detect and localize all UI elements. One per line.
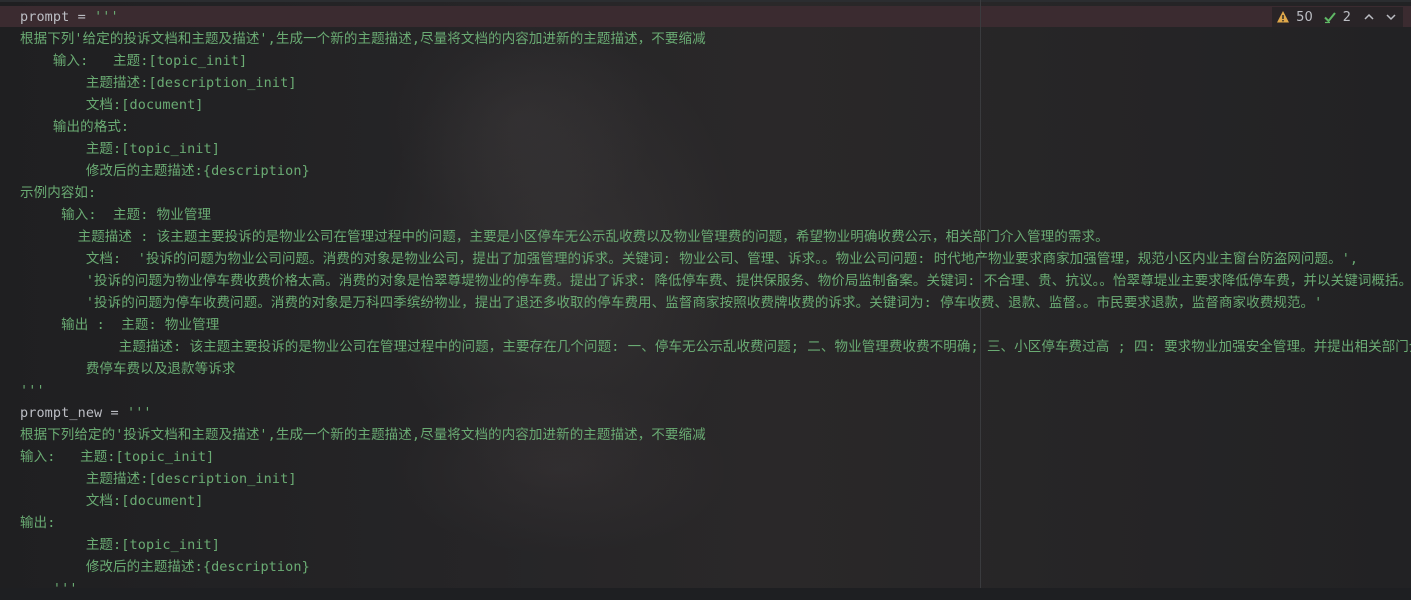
string-literal: 主题:[topic_init] xyxy=(85,537,220,553)
string-literal: ''' xyxy=(20,383,45,399)
string-literal: 主题描述 : 该主题主要投诉的是物业公司在管理过程中的问题，主要是小区停车无公示… xyxy=(77,229,1109,245)
code-line[interactable]: 文档: '投诉的问题为物业公司问题。消费的对象是物业公司，提出了加强管理的诉求。… xyxy=(20,248,1411,270)
string-literal: 输出 : 主题: 物业管理 xyxy=(61,317,220,333)
code-editor[interactable]: prompt = ''' 根据下列'给定的投诉文档和主题及描述',生成一个新的主题… xyxy=(20,6,1411,600)
string-literal: 主题描述:[description_init] xyxy=(85,471,297,487)
code-line[interactable]: 输入: 主题:[topic_init] xyxy=(20,50,1411,72)
string-literal: ''' xyxy=(126,405,152,421)
string-literal: 主题描述:[description_init] xyxy=(85,75,297,91)
code-line[interactable]: 主题描述 : 该主题主要投诉的是物业公司在管理过程中的问题，主要是小区停车无公示… xyxy=(20,226,1411,248)
code-line[interactable]: 输出的格式: xyxy=(20,116,1411,138)
code-line[interactable]: 输入: 主题: 物业管理 xyxy=(20,204,1411,226)
code-line[interactable]: 输出 : 主题: 物业管理 xyxy=(20,314,1411,336)
string-literal: 根据下列'给定的投诉文档和主题及描述',生成一个新的主题描述,尽量将文档的内容加… xyxy=(20,31,706,47)
code-line[interactable]: 输出: xyxy=(20,512,1411,534)
string-literal: 费停车费以及退款等诉求 xyxy=(85,361,236,377)
string-literal: 输出: xyxy=(20,515,56,531)
string-literal: 修改后的主题描述:{description} xyxy=(85,163,310,179)
code-line[interactable]: '投诉的问题为停车收费问题。消费的对象是万科四季缤纷物业，提出了退还多收取的停车… xyxy=(20,292,1411,314)
code-line[interactable]: 主题:[topic_init] xyxy=(20,138,1411,160)
string-literal: '投诉的问题为停车收费问题。消费的对象是万科四季缤纷物业，提出了退还多收取的停车… xyxy=(85,295,1323,311)
previous-highlight-button[interactable] xyxy=(1361,9,1377,25)
code-identifier: prompt_new = xyxy=(20,405,127,421)
code-line[interactable]: prompt = ''' xyxy=(20,6,1411,28)
string-literal: 修改后的主题描述:{description} xyxy=(85,559,310,575)
warning-count: 50 xyxy=(1296,9,1313,25)
code-line[interactable]: 示例内容如: xyxy=(20,182,1411,204)
code-line[interactable]: 主题描述: 该主题主要投诉的是物业公司在管理过程中的问题，主要存在几个问题: 一… xyxy=(20,336,1411,358)
next-highlight-button[interactable] xyxy=(1383,9,1399,25)
code-line[interactable]: 主题描述:[description_init] xyxy=(20,72,1411,94)
inspection-widget[interactable]: 50 2 xyxy=(1272,7,1403,27)
string-literal: 文档:[document] xyxy=(85,97,204,113)
code-line[interactable]: 文档:[document] xyxy=(20,94,1411,116)
code-line[interactable]: 根据下列'给定的投诉文档和主题及描述',生成一个新的主题描述,尽量将文档的内容加… xyxy=(20,28,1411,50)
code-line[interactable]: 根据下列给定的'投诉文档和主题及描述',生成一个新的主题描述,尽量将文档的内容加… xyxy=(20,424,1411,446)
string-literal: 输入: 主题: 物业管理 xyxy=(61,207,212,223)
warning-icon xyxy=(1276,10,1290,24)
code-line[interactable]: ''' xyxy=(20,578,1411,600)
string-literal: 文档: '投诉的问题为物业公司问题。消费的对象是物业公司，提出了加强管理的诉求。… xyxy=(85,251,1359,267)
editor-top-border xyxy=(0,0,1411,2)
string-literal: 输入: 主题:[topic_init] xyxy=(20,449,215,465)
code-line[interactable]: 修改后的主题描述:{description} xyxy=(20,556,1411,578)
code-line[interactable]: 输入: 主题:[topic_init] xyxy=(20,446,1411,468)
string-literal: 主题描述: 该主题主要投诉的是物业公司在管理过程中的问题，主要存在几个问题: 一… xyxy=(118,339,1411,355)
code-line[interactable]: 主题:[topic_init] xyxy=(20,534,1411,556)
code-line[interactable]: 费停车费以及退款等诉求 xyxy=(20,358,1411,380)
string-literal: 文档:[document] xyxy=(85,493,204,509)
string-literal: 主题:[topic_init] xyxy=(85,141,220,157)
string-literal: 输出的格式: xyxy=(52,119,130,135)
code-identifier: prompt = xyxy=(20,9,95,25)
code-line[interactable]: '投诉的问题为物业停车费收费价格太高。消费的对象是怡翠尊堤物业的停车费。提出了诉… xyxy=(20,270,1411,292)
code-line[interactable]: 文档:[document] xyxy=(20,490,1411,512)
string-literal: ''' xyxy=(52,581,78,597)
code-line[interactable]: 修改后的主题描述:{description} xyxy=(20,160,1411,182)
string-literal: ''' xyxy=(94,9,119,25)
code-line[interactable]: prompt_new = ''' xyxy=(20,402,1411,424)
typo-count: 2 xyxy=(1342,9,1351,25)
string-literal: 输入: 主题:[topic_init] xyxy=(52,53,248,69)
string-literal: '投诉的问题为物业停车费收费价格太高。消费的对象是怡翠尊堤物业的停车费。提出了诉… xyxy=(85,273,1411,289)
string-literal: 根据下列给定的'投诉文档和主题及描述',生成一个新的主题描述,尽量将文档的内容加… xyxy=(20,427,706,443)
code-line[interactable]: 主题描述:[description_init] xyxy=(20,468,1411,490)
string-literal: 示例内容如: xyxy=(20,185,97,201)
typo-check-icon xyxy=(1323,10,1337,24)
code-line[interactable]: ''' xyxy=(20,380,1411,402)
